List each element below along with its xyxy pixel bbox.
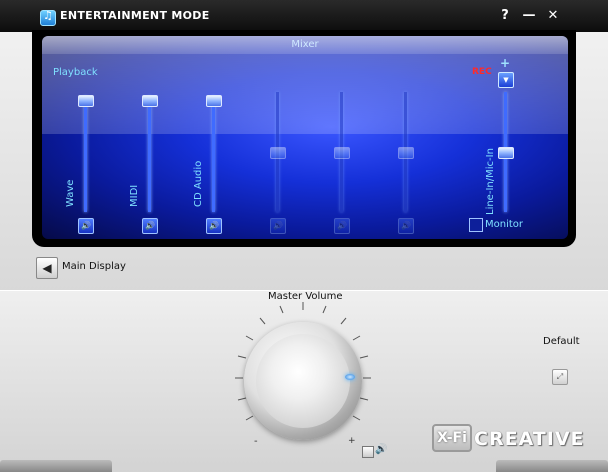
channel-4-mute-button: 🔊	[270, 218, 286, 234]
speaker-icon: 🔊	[375, 444, 388, 455]
playback-label: Playback	[53, 67, 98, 78]
channel-5-mute-button: 🔊	[334, 218, 350, 234]
cd-audio-slider-track[interactable]	[212, 96, 215, 212]
app-icon	[40, 9, 56, 26]
monitor-label: Monitor	[485, 219, 524, 230]
midi-slider-track[interactable]	[148, 96, 151, 212]
monitor-checkbox[interactable]	[469, 218, 483, 232]
default-label: Default	[543, 336, 580, 347]
right-foot	[496, 460, 608, 472]
arrow-left-icon: ◀	[42, 261, 52, 275]
main-display-label: Main Display	[62, 261, 126, 272]
help-button[interactable]: ?	[496, 6, 514, 26]
rec-plus-icon: +	[500, 56, 511, 70]
volume-plus-label: +	[348, 436, 356, 446]
line-in-slider-thumb[interactable]	[498, 147, 514, 159]
mixer-panel: Mixer Playback REC + ▼ Wave 🔊 MIDI 🔊 CD …	[42, 36, 568, 239]
cd-audio-mute-button[interactable]: 🔊	[206, 218, 222, 234]
title-bar: ENTERTAINMENT MODE ? — ✕	[0, 0, 608, 32]
channel-5-slider-thumb	[334, 147, 350, 159]
wave-slider-thumb[interactable]	[78, 95, 94, 107]
master-mute-checkbox[interactable]	[362, 446, 374, 458]
default-button[interactable]: ⤢	[552, 369, 568, 385]
line-in-label: Line-In/Mic-In	[485, 148, 496, 215]
window-title: ENTERTAINMENT MODE	[60, 9, 210, 22]
midi-label: MIDI	[129, 184, 140, 207]
cd-audio-slider-thumb[interactable]	[206, 95, 222, 107]
midi-mute-button[interactable]: 🔊	[142, 218, 158, 234]
rec-label: REC	[472, 67, 492, 77]
mixer-screen: Mixer Playback REC + ▼ Wave 🔊 MIDI 🔊 CD …	[32, 30, 576, 247]
volume-minus-label: -	[254, 436, 258, 447]
channel-4-slider-thumb	[270, 147, 286, 159]
wave-slider-track[interactable]	[84, 96, 87, 212]
entertainment-mode-window: ENTERTAINMENT MODE ? — ✕ Mixer Playback …	[0, 0, 608, 472]
midi-slider-thumb[interactable]	[142, 95, 158, 107]
left-foot	[0, 460, 112, 472]
master-volume-dial-face[interactable]	[256, 334, 350, 428]
mixer-title: Mixer	[42, 36, 568, 54]
rec-source-dropdown-button[interactable]: ▼	[498, 72, 514, 88]
channel-6-mute-button: 🔊	[398, 218, 414, 234]
wave-mute-button[interactable]: 🔊	[78, 218, 94, 234]
cd-audio-label: CD Audio	[193, 160, 204, 207]
xfi-logo: X-Fi	[432, 424, 472, 452]
wave-label: Wave	[65, 179, 76, 207]
channel-6-slider-thumb	[398, 147, 414, 159]
creative-logo: CREATIVE	[474, 428, 585, 450]
close-button[interactable]: ✕	[544, 6, 562, 26]
minimize-button[interactable]: —	[520, 6, 538, 26]
main-display-back-button[interactable]: ◀	[36, 257, 58, 279]
volume-indicator-icon	[345, 374, 355, 380]
